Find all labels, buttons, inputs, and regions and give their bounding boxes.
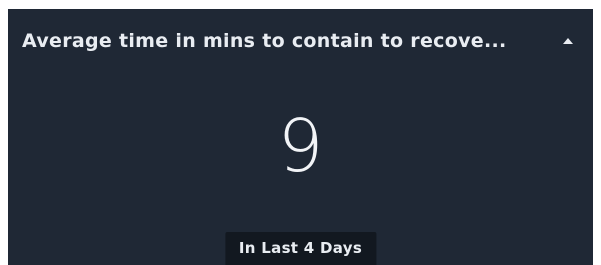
widget-header: Average time in mins to contain to recov… [22,25,583,57]
caret-up-icon[interactable] [553,29,583,53]
time-period-badge: In Last 4 Days [224,232,377,265]
caret-up-icon-glyph [563,38,573,44]
screenshot-frame: Average time in mins to contain to recov… [0,0,601,265]
widget-title: Average time in mins to contain to recov… [22,30,507,52]
metric-widget-card: Average time in mins to contain to recov… [8,9,593,265]
metric-value: 9 [277,104,324,188]
